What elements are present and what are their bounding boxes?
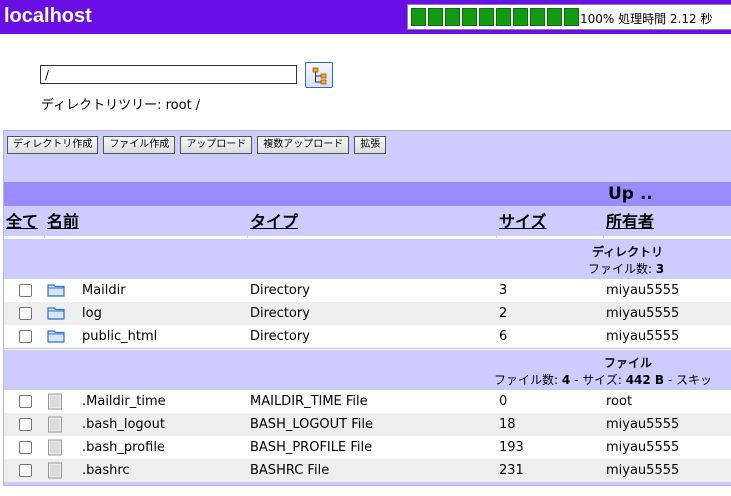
file-manager-panel: ディレクトリ作成 ファイル作成 アップロード 複数アップロード 拡張 Up ..… [3,130,731,486]
directory-section-title: ディレクトリ [592,245,664,259]
file-section-header: ファイル ファイル数: 4 - サイズ: 442 B - スキッ [4,349,731,388]
upload-button[interactable]: アップロード [180,136,253,154]
progress-block [479,8,494,26]
item-owner: miyau5555 [606,417,680,432]
extend-button[interactable]: 拡張 [354,136,387,154]
column-name[interactable]: 名前 [45,208,247,238]
item-size: 6 [499,329,508,344]
item-owner: miyau5555 [606,440,680,455]
progress-text: 100% 処理時間 2.12 秒 [580,12,713,26]
progress-block [428,8,443,26]
item-name[interactable]: .Maildir_time [82,394,166,409]
row-checkbox[interactable] [19,464,32,477]
file-icon [47,439,63,460]
progress-block [564,8,579,26]
item-name[interactable]: Maildir [82,283,126,298]
item-name[interactable]: log [82,306,102,321]
table-row[interactable]: Maildir Directory 3 miyau5555 [4,279,731,302]
folder-icon [47,328,65,347]
progress-block [445,8,460,26]
progress-indicator: 100% 処理時間 2.12 秒 [407,4,731,30]
directory-tree-path: ディレクトリツリー: root / [41,98,201,113]
item-size: 2 [499,306,508,321]
item-size: 3 [499,283,508,298]
table-row[interactable]: .bash_logout BASH_LOGOUT File 18 miyau5555 [4,413,731,436]
folder-icon [47,282,65,301]
progress-block [513,8,528,26]
progress-block [530,8,545,26]
up-row: Up .. [4,182,731,206]
table-row[interactable]: public_html Directory 6 miyau5555 [4,325,731,348]
row-checkbox[interactable] [19,441,32,454]
row-checkbox[interactable] [19,307,32,320]
item-type: Directory [250,329,310,344]
column-headers: 全て 名前 タイプ サイズ 所有者 [4,208,731,238]
item-type: MAILDIR_TIME File [250,394,368,409]
item-name[interactable]: .bash_profile [82,440,165,455]
progress-block [462,8,477,26]
item-owner: root [606,394,633,409]
create-directory-button[interactable]: ディレクトリ作成 [7,136,99,154]
multi-upload-button[interactable]: 複数アップロード [257,136,350,154]
column-owner[interactable]: 所有者 [604,208,731,238]
column-select-all[interactable]: 全て [4,208,44,238]
up-link[interactable]: Up .. [608,184,653,204]
item-type: BASH_LOGOUT File [250,417,373,432]
item-owner: miyau5555 [606,463,680,478]
create-file-button[interactable]: ファイル作成 [103,136,176,154]
app-header: localhost 100% 処理時間 2.12 秒 [0,0,731,34]
path-input[interactable] [40,65,297,84]
progress-bar [411,8,581,26]
item-size: 18 [499,417,516,432]
item-owner: miyau5555 [606,329,680,344]
file-icon [47,393,63,414]
row-checkbox[interactable] [19,395,32,408]
table-row[interactable]: .bashrc BASHRC File 231 miyau5555 [4,459,731,482]
item-owner: miyau5555 [606,306,680,321]
table-row[interactable]: .bash_profile BASH_PROFILE File 193 miyau55… [4,436,731,459]
column-type[interactable]: タイプ [248,208,496,238]
column-size[interactable]: サイズ [497,208,603,238]
progress-block [411,8,426,26]
progress-block [547,8,562,26]
file-icon [47,416,63,437]
toolbar: ディレクトリ作成 ファイル作成 アップロード 複数アップロード 拡張 [7,136,391,154]
table-row[interactable]: log Directory 2 miyau5555 [4,302,731,325]
row-checkbox[interactable] [19,330,32,343]
directory-tree-button[interactable] [305,62,333,88]
item-size: 0 [499,394,508,409]
directory-section-header: ディレクトリ ファイル数: 3 [4,238,731,277]
item-size: 193 [499,440,524,455]
table-row[interactable]: .Maildir_time MAILDIR_TIME File 0 root [4,390,731,413]
item-type: Directory [250,306,310,321]
item-name[interactable]: .bash_logout [82,417,165,432]
directory-count: ファイル数: 3 [588,262,665,276]
file-summary: ファイル数: 4 - サイズ: 442 B - スキッ [494,373,713,387]
item-owner: miyau5555 [606,283,680,298]
item-name[interactable]: .bashrc [82,463,130,478]
row-checkbox[interactable] [19,418,32,431]
file-section-title: ファイル [604,356,653,370]
item-type: Directory [250,283,310,298]
progress-block [496,8,511,26]
host-title: localhost [4,5,92,27]
item-size: 231 [499,463,524,478]
item-type: BASH_PROFILE File [250,440,373,455]
item-type: BASHRC File [250,463,330,478]
file-icon [47,462,63,483]
item-name[interactable]: public_html [82,329,157,344]
row-checkbox[interactable] [19,284,32,297]
folder-icon [47,305,65,324]
tree-icon [312,67,327,85]
